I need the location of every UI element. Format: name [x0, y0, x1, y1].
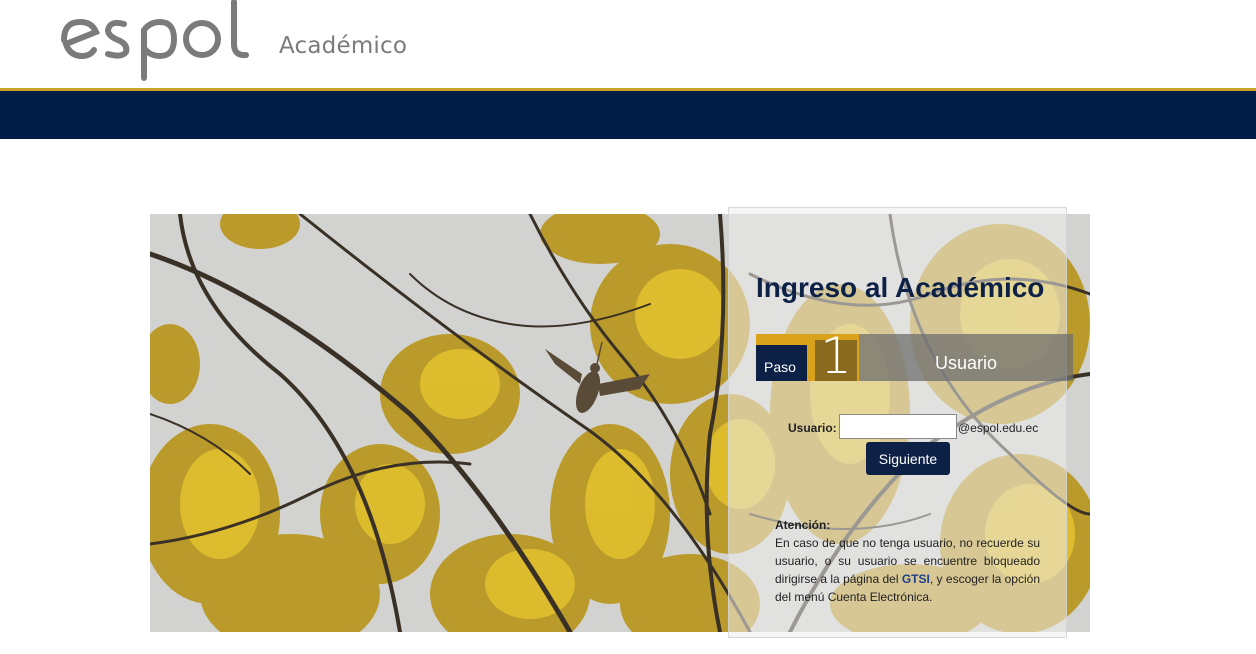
step-name: Usuario	[934, 353, 998, 373]
step-indicator: Paso 1 Usuario	[756, 330, 1073, 382]
username-input[interactable]	[839, 414, 957, 439]
navigation-bar	[0, 91, 1256, 139]
user-label: Usuario:	[788, 421, 837, 435]
step-number: 1	[820, 327, 852, 385]
domain-suffix: @espol.edu.ec	[958, 421, 1039, 435]
header: Académico	[0, 0, 1256, 89]
login-panel: Ingreso al Académico Paso 1 Usuario Usua…	[728, 207, 1073, 638]
attention-notice: Atención: En caso de que no tenga usuari…	[775, 516, 1040, 606]
notice-heading: Atención:	[775, 518, 831, 532]
next-button[interactable]: Siguiente	[866, 442, 950, 475]
step-prefix: Paso	[756, 345, 807, 381]
login-title: Ingreso al Académico	[756, 272, 1045, 303]
gtsi-link[interactable]: GTSI	[902, 572, 930, 586]
espol-logo[interactable]	[58, 0, 258, 82]
app-subtitle: Académico	[279, 33, 408, 59]
